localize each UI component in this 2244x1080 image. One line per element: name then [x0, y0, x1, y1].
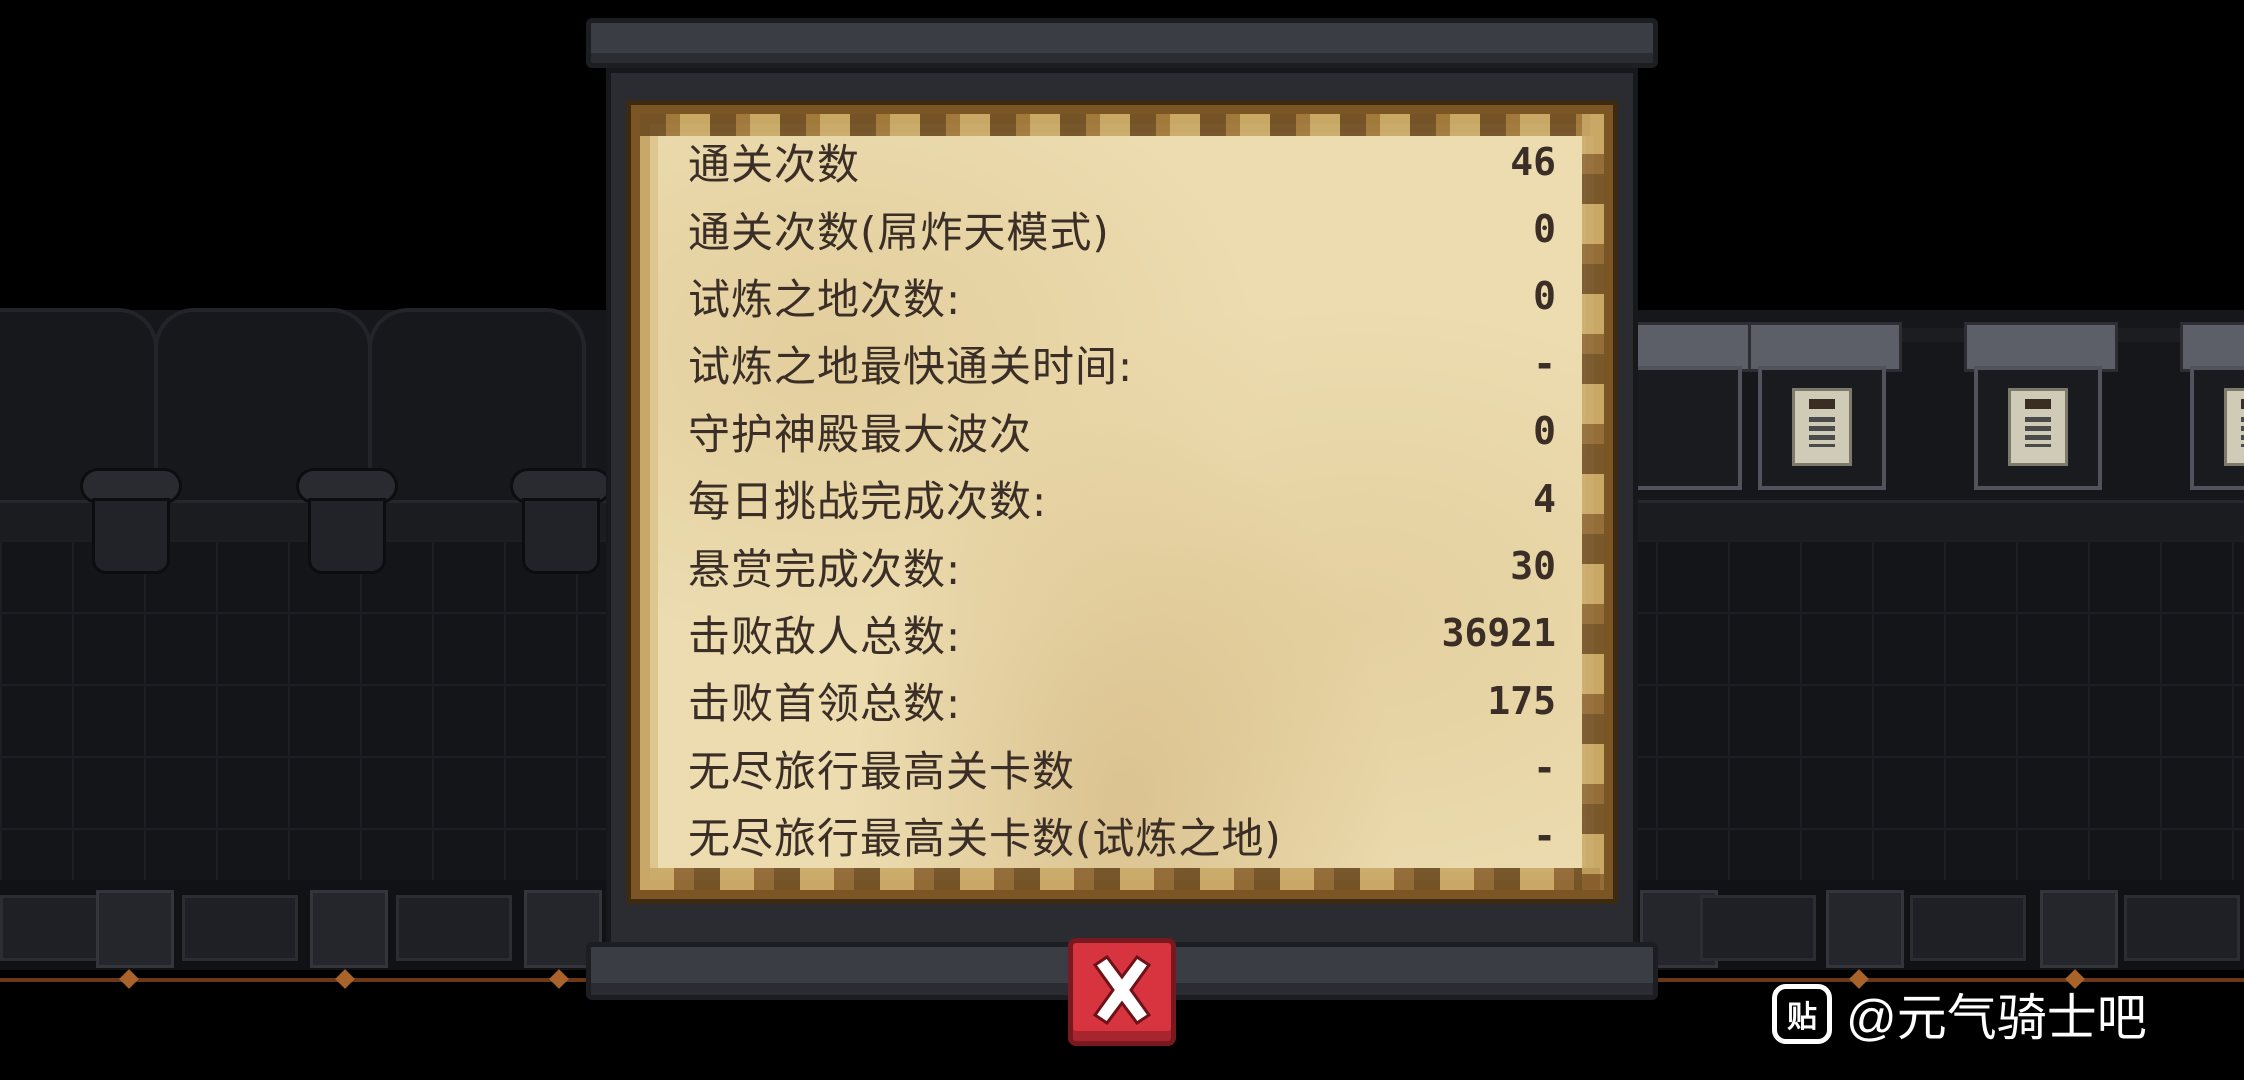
stat-row-endless-best-trial: 无尽旅行最高关卡数(试炼之地) -: [688, 802, 1556, 869]
stats-list: 通关次数 46 通关次数(屌炸天模式) 0 试炼之地次数: 0 试炼之地最快通关…: [688, 128, 1556, 868]
stat-label: 守护神殿最大波次: [688, 409, 1033, 459]
stat-row-temple-waves: 守护神殿最大波次 0: [688, 398, 1556, 465]
stat-label: 试炼之地次数:: [688, 274, 962, 324]
stat-row-trial-fastest: 试炼之地最快通关时间: -: [688, 330, 1556, 397]
bench: [1910, 895, 2026, 961]
watermark-text: @元气骑士吧: [1846, 990, 2147, 1046]
bench-block: [1826, 890, 1904, 968]
close-icon: [1092, 955, 1152, 1025]
trim-stud: [335, 969, 355, 989]
parchment-torn-edge: [1582, 114, 1604, 890]
display-case: [1964, 322, 2118, 492]
stat-label: 无尽旅行最高关卡数: [688, 746, 1076, 796]
bench-block: [310, 890, 388, 968]
stat-label: 每日挑战完成次数:: [688, 477, 1048, 527]
stat-label: 悬赏完成次数:: [688, 544, 962, 594]
stat-label: 试炼之地最快通关时间:: [688, 342, 1134, 392]
stat-label: 击败敌人总数:: [688, 611, 962, 661]
stat-row-clears: 通关次数 46: [688, 128, 1556, 195]
stat-value: 0: [1533, 207, 1556, 252]
bench-block: [96, 890, 174, 968]
stone-pillar: [80, 468, 182, 578]
display-case: [2180, 322, 2244, 492]
stat-label: 通关次数(屌炸天模式): [688, 207, 1110, 257]
stat-value: -: [1533, 341, 1556, 386]
bench: [2124, 895, 2240, 961]
trim-stud: [549, 969, 569, 989]
stat-row-trial-count: 试炼之地次数: 0: [688, 263, 1556, 330]
stat-value: 36921: [1441, 611, 1556, 656]
stat-value: -: [1533, 813, 1556, 858]
stat-value: -: [1533, 746, 1556, 791]
stone-pillar: [510, 468, 612, 578]
stat-label: 击败首领总数:: [688, 679, 962, 729]
display-case: [1748, 322, 1902, 492]
stat-value: 30: [1510, 544, 1556, 589]
scroll-rod-top: [586, 18, 1658, 68]
stat-label: 无尽旅行最高关卡数(试炼之地): [688, 814, 1282, 864]
stat-row-bounties: 悬赏完成次数: 30: [688, 532, 1556, 599]
stat-value: 4: [1533, 476, 1556, 521]
stat-label: 通关次数: [688, 140, 861, 190]
stat-value: 0: [1533, 274, 1556, 319]
trim-stud: [119, 969, 139, 989]
stat-row-clears-badass: 通关次数(屌炸天模式) 0: [688, 195, 1556, 262]
stone-pillar: [296, 468, 398, 578]
bench: [1700, 895, 1816, 961]
stat-row-enemies-killed: 击败敌人总数: 36921: [688, 600, 1556, 667]
stat-row-daily-challenge: 每日挑战完成次数: 4: [688, 465, 1556, 532]
watermark: 贴 @元气骑士吧: [1772, 982, 2147, 1046]
stat-row-endless-best: 无尽旅行最高关卡数 -: [688, 735, 1556, 802]
close-button[interactable]: [1068, 938, 1176, 1046]
stat-value: 46: [1510, 139, 1556, 184]
bench-block: [2040, 890, 2118, 968]
bench: [396, 895, 512, 961]
bench: [182, 895, 298, 961]
stat-value: 0: [1533, 409, 1556, 454]
tieba-icon: 贴: [1772, 984, 1832, 1044]
stat-row-bosses-killed: 击败首领总数: 175: [688, 667, 1556, 734]
stat-value: 175: [1487, 678, 1556, 723]
parchment-torn-edge: [640, 868, 1604, 890]
